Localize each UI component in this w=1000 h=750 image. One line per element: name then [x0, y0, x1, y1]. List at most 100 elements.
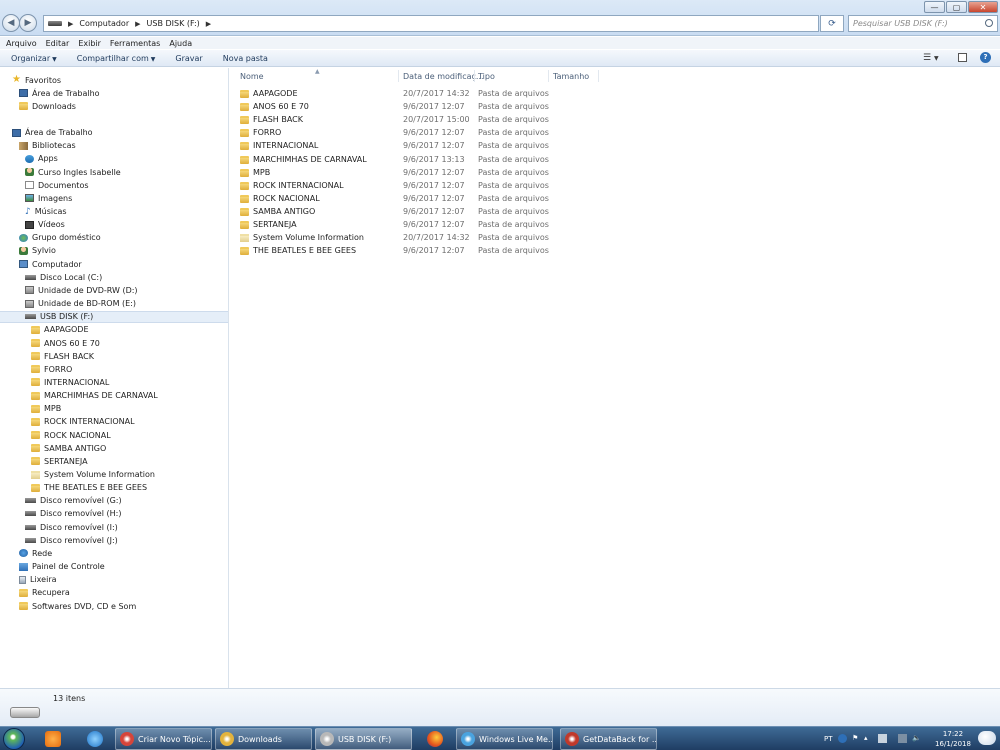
nav-item[interactable]: THE BEATLES E BEE GEES	[31, 482, 147, 494]
file-row[interactable]: MARCHIMHAS DE CARNAVAL 9/6/2017 13:13 Past…	[238, 153, 578, 166]
nav-item[interactable]: Área de Trabalho	[12, 127, 93, 139]
nav-item[interactable]: System Volume Information	[31, 469, 155, 481]
nav-item[interactable]: ROCK INTERNACIONAL	[31, 416, 135, 428]
nav-item[interactable]: Disco removível (G:)	[25, 495, 122, 507]
share-button[interactable]: Compartilhar com ▼	[77, 54, 156, 63]
language-indicator[interactable]: PT	[824, 735, 833, 743]
nav-item[interactable]: AAPAGODE	[31, 324, 89, 336]
nav-item[interactable]: Painel de Controle	[19, 561, 105, 573]
nav-item[interactable]: Vídeos	[25, 219, 65, 231]
weather-icon[interactable]	[978, 731, 996, 745]
flag-icon[interactable]: ⚑	[852, 734, 861, 743]
media-player-pin[interactable]	[40, 729, 66, 749]
nav-item[interactable]: SAMBA ANTIGO	[31, 442, 106, 454]
nav-item[interactable]: MPB	[31, 403, 61, 415]
menu-exibir[interactable]: Exibir	[78, 39, 101, 48]
column-header-date[interactable]: Data de modificaç...	[403, 72, 484, 81]
nav-item[interactable]: SERTANEJA	[31, 455, 88, 467]
internet-explorer-pin[interactable]	[82, 729, 108, 749]
maximize-button[interactable]: ▢	[946, 1, 967, 13]
nav-item[interactable]: Bibliotecas	[19, 140, 76, 152]
help-tray-icon[interactable]	[838, 734, 847, 743]
nav-item[interactable]: Rede	[19, 547, 52, 559]
nav-item[interactable]: Grupo doméstico	[19, 232, 101, 244]
nav-item[interactable]: Documentos	[25, 179, 89, 191]
view-options-button[interactable]: ☰ ▼	[923, 53, 939, 63]
taskbar-button[interactable]: Windows Live Me...	[456, 728, 553, 750]
menu-editar[interactable]: Editar	[46, 39, 70, 48]
nav-item[interactable]: INTERNACIONAL	[31, 376, 109, 388]
nav-item[interactable]: Disco removível (J:)	[25, 534, 118, 546]
file-row[interactable]: ANOS 60 E 70 9/6/2017 12:07 Pasta de arqui…	[238, 100, 578, 113]
column-header-size[interactable]: Tamanho	[553, 72, 589, 81]
forward-button[interactable]: ▶	[19, 14, 37, 32]
clock-date[interactable]: 16/1/2018	[930, 740, 976, 748]
taskbar-button[interactable]: GetDataBack for ...	[560, 728, 657, 750]
taskbar-button[interactable]: Downloads	[215, 728, 312, 750]
nav-item[interactable]: Unidade de BD-ROM (E:)	[25, 298, 136, 310]
nav-item[interactable]: ♪ Músicas	[25, 206, 67, 218]
burn-button[interactable]: Gravar	[175, 54, 202, 63]
nav-item[interactable]: ★ Favoritos	[12, 74, 61, 86]
volume-icon[interactable]: 🔈	[912, 734, 921, 743]
file-row[interactable]: ROCK INTERNACIONAL 9/6/2017 12:07 Pasta de…	[238, 179, 578, 192]
file-row[interactable]: System Volume Information 20/7/2017 14:32…	[238, 231, 578, 244]
nav-item[interactable]: FLASH BACK	[31, 350, 94, 362]
file-row[interactable]: MPB 9/6/2017 12:07 Pasta de arquivos	[238, 166, 578, 179]
nav-item[interactable]: ROCK NACIONAL	[31, 429, 111, 441]
firefox-pin[interactable]	[422, 729, 448, 749]
menu-ferramentas[interactable]: Ferramentas	[110, 39, 160, 48]
taskbar-button[interactable]: Criar Novo Tópic...	[115, 728, 212, 750]
nav-item[interactable]: Lixeira	[19, 574, 57, 586]
start-button[interactable]	[3, 728, 25, 750]
nav-item[interactable]: Área de Trabalho	[19, 87, 100, 99]
column-divider[interactable]	[548, 70, 549, 82]
help-button[interactable]: ?	[980, 52, 991, 63]
address-bar[interactable]: ▶ Computador ▶ USB DISK (F:) ▶	[43, 15, 819, 32]
nav-item[interactable]: Sylvio	[19, 245, 56, 257]
nav-item[interactable]: Softwares DVD, CD e Som	[19, 600, 136, 612]
nav-item[interactable]: MARCHIMHAS DE CARNAVAL	[31, 390, 158, 402]
breadcrumb-separator-icon[interactable]: ▶	[68, 20, 73, 28]
menu-ajuda[interactable]: Ajuda	[169, 39, 192, 48]
nav-item[interactable]: Imagens	[25, 192, 72, 204]
back-button[interactable]: ◀	[2, 14, 20, 32]
file-list[interactable]: AAPAGODE 20/7/2017 14:32 Pasta de arquivos…	[230, 84, 1000, 688]
close-button[interactable]: ✕	[968, 1, 998, 13]
nav-item[interactable]: Curso Ingles Isabelle	[25, 166, 121, 178]
nav-item[interactable]: Disco Local (C:)	[25, 271, 102, 283]
nav-item[interactable]: Downloads	[19, 100, 76, 112]
file-row[interactable]: SAMBA ANTIGO 9/6/2017 12:07 Pasta de arqui…	[238, 205, 578, 218]
breadcrumb-computer[interactable]: Computador	[79, 19, 129, 28]
file-row[interactable]: AAPAGODE 20/7/2017 14:32 Pasta de arquivos	[238, 87, 578, 100]
column-divider[interactable]	[398, 70, 399, 82]
network-icon[interactable]	[898, 734, 907, 743]
file-row[interactable]: FORRO 9/6/2017 12:07 Pasta de arquivos	[238, 126, 578, 139]
nav-item[interactable]: Apps	[25, 153, 58, 165]
taskbar-button[interactable]: USB DISK (F:)	[315, 728, 412, 750]
nav-item[interactable]: Disco removível (I:)	[25, 521, 118, 533]
preview-pane-button[interactable]	[958, 53, 967, 62]
search-icon[interactable]	[985, 19, 993, 27]
search-input[interactable]: Pesquisar USB DISK (F:)	[848, 15, 998, 32]
menu-arquivo[interactable]: Arquivo	[6, 39, 37, 48]
nav-item[interactable]: Computador	[19, 258, 82, 270]
column-header-name[interactable]: Nome	[240, 72, 264, 81]
column-header-type[interactable]: Tipo	[478, 72, 495, 81]
usb-safely-remove-icon[interactable]	[878, 734, 887, 743]
column-divider[interactable]	[598, 70, 599, 82]
new-folder-button[interactable]: Nova pasta	[223, 54, 268, 63]
nav-item[interactable]: FORRO	[31, 363, 72, 375]
nav-item[interactable]: Disco removível (H:)	[25, 508, 121, 520]
minimize-button[interactable]: —	[924, 1, 945, 13]
breadcrumb-separator-icon[interactable]: ▶	[206, 20, 211, 28]
chevron-up-icon[interactable]: ▴	[864, 734, 873, 743]
breadcrumb-usb-disk[interactable]: USB DISK (F:)	[147, 19, 200, 28]
refresh-button[interactable]: ⟳	[820, 15, 844, 32]
file-row[interactable]: FLASH BACK 20/7/2017 15:00 Pasta de arquiv…	[238, 113, 578, 126]
file-row[interactable]: INTERNACIONAL 9/6/2017 12:07 Pasta de arqu…	[238, 139, 578, 152]
file-row[interactable]: THE BEATLES E BEE GEES 9/6/2017 12:07 Past…	[238, 244, 578, 257]
file-row[interactable]: SERTANEJA 9/6/2017 12:07 Pasta de arquivos	[238, 218, 578, 231]
nav-item[interactable]: Unidade de DVD-RW (D:)	[25, 284, 138, 296]
nav-item[interactable]: ANOS 60 E 70	[31, 337, 100, 349]
